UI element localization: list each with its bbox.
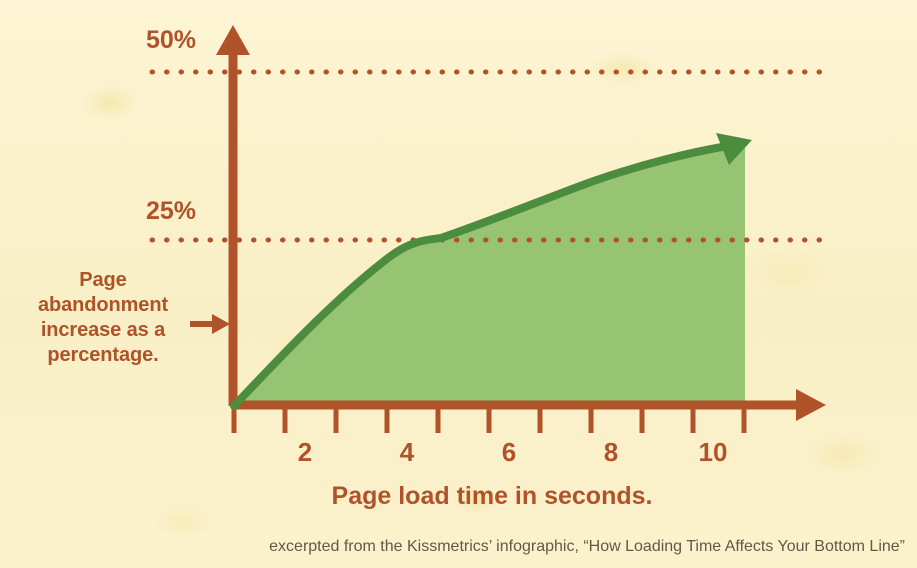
x-tick-label-8: 8 — [603, 437, 619, 467]
y-axis-label: Page abandonment increase as a percentag… — [18, 268, 188, 368]
x-tick-label-6: 6 — [501, 437, 517, 467]
x-axis-ticks — [231, 406, 747, 433]
x-axis-arrowhead — [796, 389, 826, 421]
y-axis-label-line-3: increase as a — [40, 319, 166, 341]
y-tick-label-25: 25% — [145, 197, 196, 225]
x-tick-label-4: 4 — [399, 437, 415, 467]
x-tick-label-2: 2 — [297, 437, 313, 467]
y-label-pointer-arrow — [190, 314, 230, 334]
y-tick-label-50: 50% — [145, 26, 196, 54]
y-axis-label-line-1: Page — [79, 269, 127, 291]
area-fill — [234, 144, 745, 406]
x-tick-label-10: 10 — [698, 437, 728, 467]
y-axis-label-line-4: percentage. — [47, 344, 159, 366]
y-axis-arrowhead — [216, 25, 250, 55]
y-axis-label-line-2: abandonment — [37, 294, 168, 316]
source-caption: excerpted from the Kissmetrics’ infograp… — [269, 538, 905, 555]
chart-figure: 50% 25% Page abandonment increase as a p… — [0, 0, 917, 568]
x-axis-title: Page load time in seconds. — [331, 482, 653, 510]
